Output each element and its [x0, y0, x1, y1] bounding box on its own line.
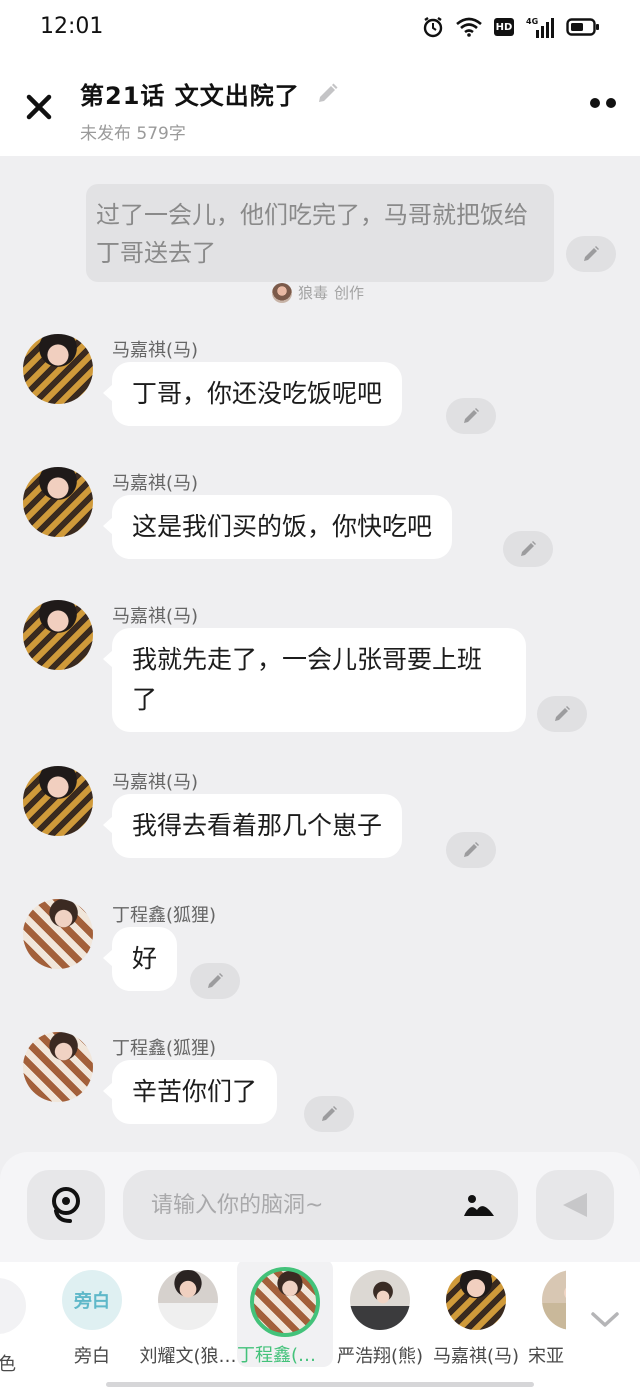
avatar[interactable] [23, 600, 93, 670]
message-bubble[interactable]: 辛苦你们了 [102, 1060, 278, 1124]
character-selector[interactable]: 角色 旁白 旁白 刘耀文(狼… 丁程鑫(狐… 严浩翔(熊) 马嘉祺(马) 宋亚 [0, 1262, 640, 1387]
character-item[interactable]: 旁白 旁白 [46, 1270, 138, 1370]
pencil-icon [555, 706, 570, 721]
pencil-icon [584, 246, 599, 261]
character-name: 马嘉祺(马) [432, 1346, 520, 1367]
svg-text:4G: 4G [526, 17, 538, 26]
avatar [446, 1270, 506, 1330]
image-icon[interactable] [462, 1190, 496, 1220]
pencil-icon [208, 973, 223, 988]
home-indicator [106, 1382, 534, 1387]
battery-icon [566, 18, 599, 36]
pencil-icon [464, 408, 479, 423]
close-icon[interactable] [22, 90, 56, 124]
speaker-name: 马嘉祺(马) [112, 340, 199, 361]
hd-badge: HD [494, 18, 514, 36]
wifi-icon [456, 17, 482, 37]
character-name: 严浩翔(熊) [336, 1346, 424, 1367]
pencil-icon [322, 1106, 337, 1121]
message-bubble[interactable]: 这是我们买的饭，你快吃吧 [102, 495, 453, 559]
more-dot-icon [606, 98, 616, 108]
character-name: 宋亚 [528, 1346, 564, 1367]
speaker-name: 丁程鑫(狐狸) [112, 1038, 217, 1059]
alarm-icon [423, 17, 443, 38]
narration-credit: 狼毒 创作 [272, 282, 364, 303]
publish-status: 未发布 579字 [80, 124, 186, 144]
character-name: 角色 [0, 1354, 16, 1375]
send-icon [563, 1193, 587, 1217]
title-block: 第21话 文文出院了 未发布 579字 [80, 76, 340, 144]
message-bubble[interactable]: 我就先走了，一会儿张哥要上班了 [103, 628, 526, 732]
avatar[interactable] [23, 766, 93, 836]
speaker-name: 马嘉祺(马) [112, 606, 199, 627]
status-time: 12:01 [40, 14, 104, 39]
chevron-down-icon[interactable] [590, 1310, 620, 1330]
more-options-button[interactable] [590, 98, 616, 108]
chapter-title[interactable]: 第21话 文文出院了 [80, 76, 300, 111]
character-name: 旁白 [74, 1346, 110, 1367]
character-item[interactable]: 马嘉祺(马) [430, 1270, 522, 1370]
character-name: 刘耀文(狼… [139, 1346, 237, 1367]
chat-message: 马嘉祺(马) 我得去看着那几个崽子 [0, 766, 640, 886]
edit-message-button[interactable] [190, 963, 240, 999]
character-item[interactable]: 刘耀文(狼… [139, 1270, 237, 1370]
pencil-icon [521, 541, 536, 556]
chat-message: 丁程鑫(狐狸) 好 [0, 899, 640, 1019]
chat-message: 马嘉祺(马) 丁哥，你还没吃饭呢吧 [0, 334, 640, 454]
avatar [542, 1270, 566, 1330]
pencil-icon[interactable] [314, 81, 340, 107]
avatar[interactable] [23, 467, 93, 537]
author-avatar [272, 282, 292, 303]
character-item-selected[interactable]: 丁程鑫(狐… [237, 1262, 333, 1367]
avatar [158, 1270, 218, 1330]
narration-bubble[interactable]: 过了一会儿，他们吃完了，马哥就把饭给丁哥送去了 [86, 184, 554, 282]
author-action: 创作 [334, 284, 365, 302]
character-item[interactable]: 角色 [0, 1270, 40, 1375]
character-item[interactable]: 严浩翔(熊) [334, 1270, 426, 1370]
pencil-icon [464, 842, 479, 857]
avatar [250, 1267, 320, 1337]
brain-hole-icon [52, 1187, 80, 1223]
edit-message-button[interactable] [304, 1096, 354, 1132]
chat-message: 马嘉祺(马) 我就先走了，一会儿张哥要上班了 [0, 600, 640, 750]
character-name: 丁程鑫(狐… [237, 1345, 333, 1366]
message-bubble[interactable]: 丁哥，你还没吃饭呢吧 [102, 362, 403, 426]
edit-narration-button[interactable] [566, 236, 616, 272]
chat-area[interactable]: 过了一会儿，他们吃完了，马哥就把饭给丁哥送去了 狼毒 创作 马嘉祺(马) 丁哥，… [0, 156, 640, 1156]
message-bubble[interactable]: 好 [102, 927, 178, 991]
speaker-name: 丁程鑫(狐狸) [112, 905, 217, 926]
signal-icon: 4G [526, 17, 554, 38]
status-bar: 12:01 HD 4G [0, 0, 640, 56]
input-bar [0, 1152, 640, 1262]
editor-header: 第21话 文文出院了 未发布 579字 [0, 56, 640, 156]
more-dot-icon [590, 98, 600, 108]
edit-message-button[interactable] [503, 531, 553, 567]
message-bubble[interactable]: 我得去看着那几个崽子 [102, 794, 403, 858]
speaker-name: 马嘉祺(马) [112, 772, 199, 793]
edit-message-button[interactable] [537, 696, 587, 732]
status-icons: HD 4G [422, 16, 600, 38]
avatar [350, 1270, 410, 1330]
add-character-avatar [0, 1278, 26, 1334]
character-item[interactable]: 宋亚 [526, 1270, 566, 1370]
avatar[interactable] [23, 899, 93, 969]
avatar[interactable] [23, 334, 93, 404]
author-name: 狼毒 [298, 284, 329, 302]
avatar[interactable] [23, 1032, 93, 1102]
chat-message: 马嘉祺(马) 这是我们买的饭，你快吃吧 [0, 467, 640, 587]
voice-button[interactable] [27, 1170, 105, 1240]
send-button[interactable] [536, 1170, 614, 1240]
speaker-name: 马嘉祺(马) [112, 473, 199, 494]
edit-message-button[interactable] [446, 398, 496, 434]
narrator-avatar: 旁白 [62, 1270, 122, 1330]
chat-message: 丁程鑫(狐狸) 辛苦你们了 [0, 1032, 640, 1152]
edit-message-button[interactable] [446, 832, 496, 868]
story-input[interactable] [123, 1170, 518, 1240]
